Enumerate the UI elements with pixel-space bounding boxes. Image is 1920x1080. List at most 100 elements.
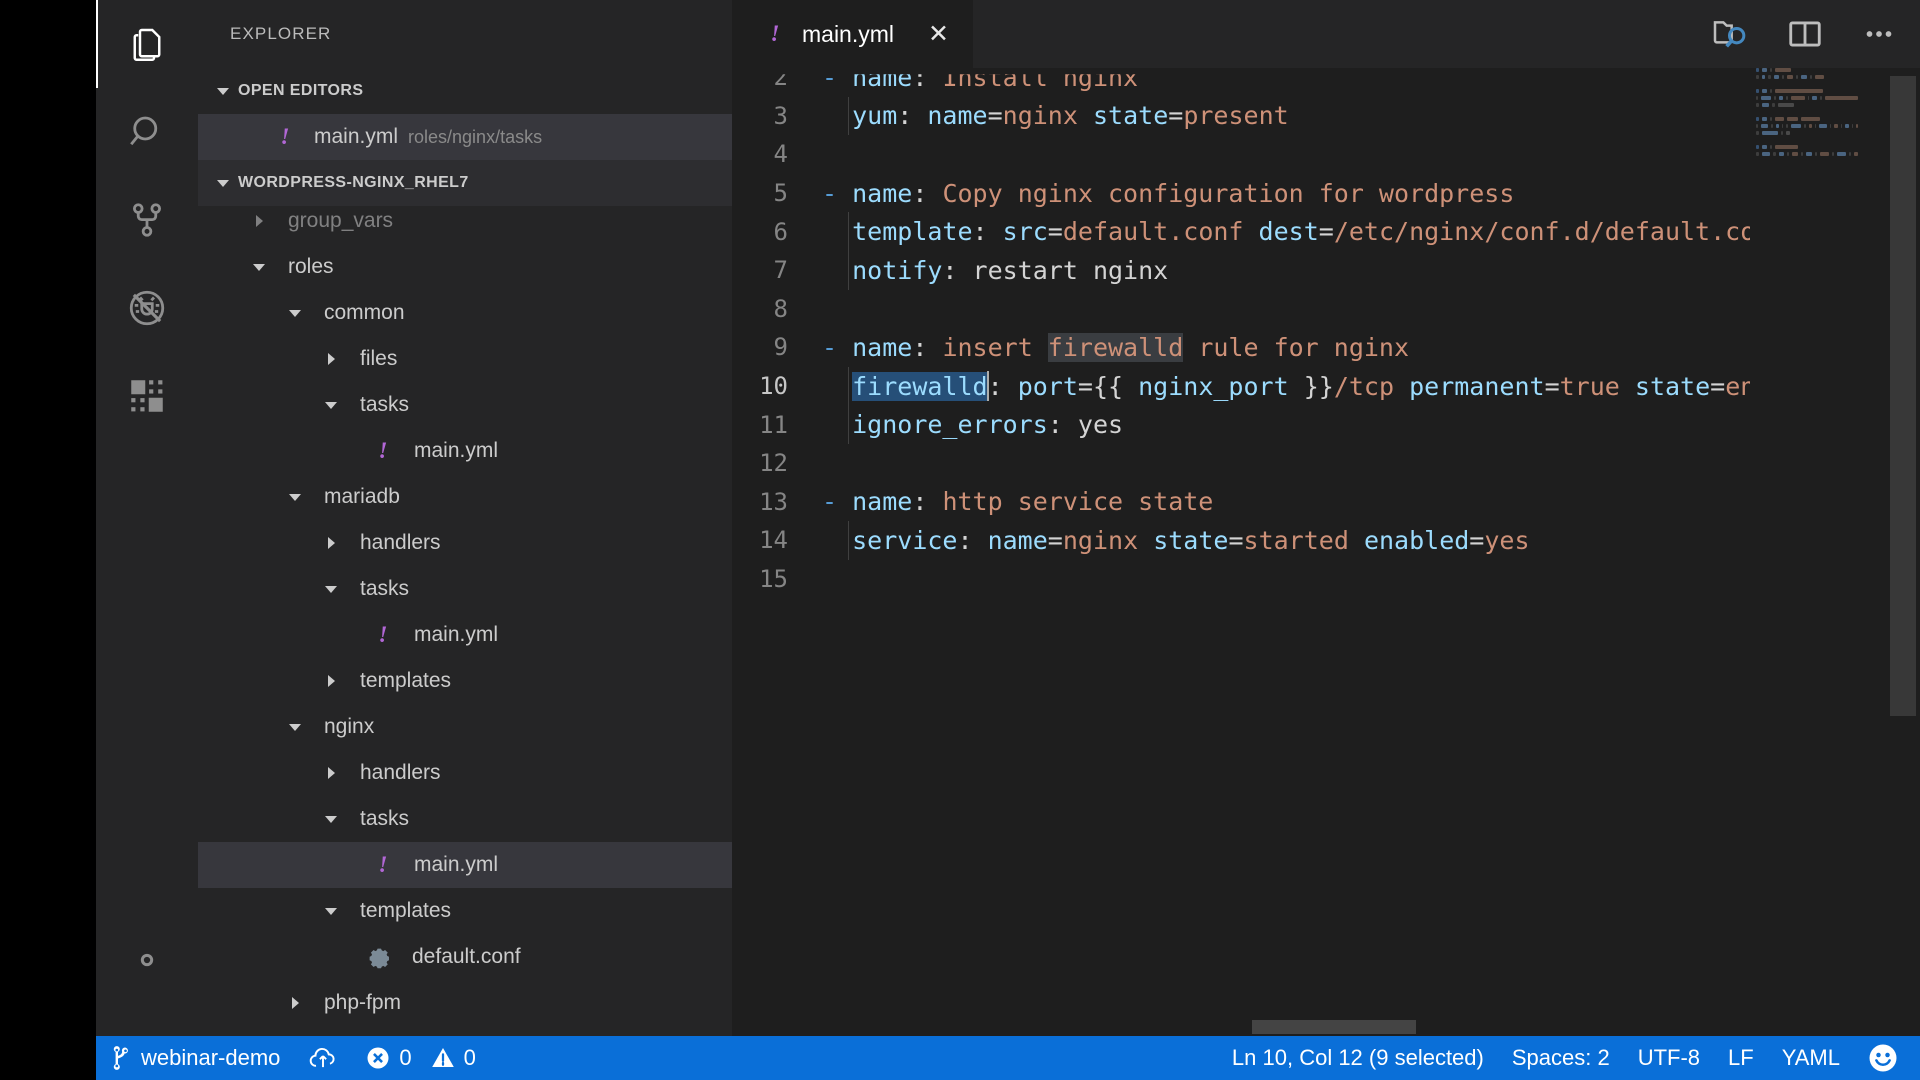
- tree-folder-row[interactable]: php-fpm: [198, 980, 732, 1026]
- minimap-segment: [1775, 68, 1792, 72]
- code-line[interactable]: 9 - name: insert firewalld rule for nginx: [732, 328, 1920, 367]
- code-token: state: [1092, 101, 1169, 131]
- minimap-segment: [1761, 117, 1767, 121]
- chevron-right-icon[interactable]: [284, 992, 306, 1014]
- chevron-right-icon[interactable]: [320, 532, 342, 554]
- tree-folder-row[interactable]: tasks: [198, 566, 732, 612]
- tree-folder-row[interactable]: tasks: [198, 382, 732, 428]
- tree-file-row[interactable]: ! main.yml: [198, 428, 732, 474]
- feedback-smiley-icon[interactable]: [1854, 1036, 1920, 1080]
- code-token: =: [1168, 101, 1184, 131]
- source-control-icon[interactable]: [96, 176, 198, 264]
- chevron-down-icon[interactable]: [320, 808, 342, 830]
- open-editors-section-header[interactable]: OPEN EDITORS: [198, 68, 732, 114]
- code-line[interactable]: 2 - name: Install nginx: [732, 74, 1920, 96]
- minimap-segment: [1756, 75, 1759, 79]
- code-line[interactable]: 7 notify: restart nginx: [732, 250, 1920, 290]
- code-line[interactable]: 6 template: src=default.conf dest=/etc/n…: [732, 212, 1920, 251]
- code-token: :: [957, 525, 988, 555]
- tree-folder-row[interactable]: roles: [198, 244, 732, 290]
- minimap-segment: [1761, 89, 1767, 93]
- status-problems[interactable]: 0 0: [352, 1036, 490, 1080]
- chevron-down-icon[interactable]: [284, 716, 306, 738]
- tree-folder-row[interactable]: common: [198, 290, 732, 336]
- status-sync[interactable]: [294, 1036, 352, 1080]
- extensions-icon[interactable]: [96, 352, 198, 440]
- tree-item-label: main.yml: [414, 439, 499, 462]
- tab-main-yml[interactable]: ! main.yml ✕: [732, 0, 974, 68]
- open-editor-path: roles/nginx/tasks: [408, 126, 543, 147]
- minimap-segment: [1796, 75, 1798, 79]
- search-icon[interactable]: [96, 88, 198, 176]
- chevron-down-icon[interactable]: [284, 486, 306, 508]
- status-indentation[interactable]: Spaces: 2: [1498, 1036, 1624, 1080]
- vertical-scrollbar-thumb[interactable]: [1890, 76, 1916, 716]
- minimap-segment: [1853, 152, 1858, 156]
- tree-file-row[interactable]: ! main.yml: [198, 612, 732, 658]
- close-icon[interactable]: ✕: [928, 21, 949, 47]
- tree-folder-row[interactable]: files: [198, 336, 732, 382]
- status-branch[interactable]: webinar-demo: [96, 1036, 294, 1080]
- code-token: :: [987, 372, 1018, 402]
- minimap-line: [1756, 103, 1858, 108]
- code-line[interactable]: 12: [732, 444, 1920, 483]
- open-preview-icon[interactable]: [1710, 14, 1750, 54]
- minimap-segment: [1761, 103, 1769, 107]
- code-token: insert: [942, 332, 1048, 362]
- tree-folder-row[interactable]: tasks: [198, 796, 732, 842]
- code-line[interactable]: 13 - name: http service state: [732, 483, 1920, 522]
- minimap-line: [1756, 89, 1858, 94]
- vertical-scrollbar[interactable]: [1884, 68, 1920, 1036]
- tree-file-row[interactable]: default.conf: [198, 934, 732, 980]
- minimap-segment: [1837, 152, 1846, 156]
- minimap-segment: [1771, 124, 1773, 128]
- open-editor-item[interactable]: ! main.yml roles/nginx/tasks: [198, 114, 732, 160]
- code-token: =: [1047, 525, 1063, 555]
- minimap-line: [1756, 138, 1858, 143]
- minimap-segment: [1775, 145, 1798, 149]
- chevron-down-icon[interactable]: [284, 302, 306, 324]
- chevron-right-icon[interactable]: [320, 670, 342, 692]
- chevron-down-icon[interactable]: [320, 578, 342, 600]
- minimap-segment: [1756, 131, 1759, 135]
- minimap[interactable]: [1750, 68, 1858, 1036]
- tree-folder-row[interactable]: nginx: [198, 704, 732, 750]
- status-language-mode[interactable]: YAML: [1768, 1036, 1854, 1080]
- chevron-right-icon[interactable]: [248, 210, 270, 232]
- manage-gear-icon[interactable]: [96, 916, 198, 1004]
- tree-folder-row[interactable]: templates: [198, 658, 732, 704]
- chevron-down-icon[interactable]: [320, 900, 342, 922]
- chevron-right-icon[interactable]: [320, 348, 342, 370]
- split-editor-icon[interactable]: [1786, 15, 1824, 53]
- code-editor[interactable]: 2 - name: Install nginx 3 yum: name=nginx …: [732, 68, 1920, 1036]
- tree-file-row[interactable]: ! main.yml: [198, 842, 732, 888]
- code-token: :: [1047, 410, 1078, 440]
- tree-folder-row[interactable]: handlers: [198, 750, 732, 796]
- status-cursor-position[interactable]: Ln 10, Col 12 (9 selected): [1218, 1036, 1498, 1080]
- line-number: 14: [759, 526, 788, 555]
- code-line[interactable]: 10 firewalld: port={{ nginx_port }}/tcp …: [732, 366, 1920, 406]
- code-line[interactable]: 3 yum: name=nginx state=present: [732, 96, 1920, 136]
- status-eol[interactable]: LF: [1714, 1036, 1768, 1080]
- tree-folder-row[interactable]: group_vars: [198, 198, 732, 244]
- chevron-down-icon[interactable]: [320, 394, 342, 416]
- tree-folder-row[interactable]: mariadb: [198, 474, 732, 520]
- debug-icon[interactable]: [96, 264, 198, 352]
- line-number: 8: [773, 294, 788, 323]
- code-line[interactable]: 5 - name: Copy nginx configuration for wo…: [732, 174, 1920, 213]
- tree-folder-row[interactable]: templates: [198, 888, 732, 934]
- horizontal-scrollbar-thumb[interactable]: [1252, 1020, 1416, 1034]
- code-token: :: [942, 255, 973, 285]
- chevron-right-icon[interactable]: [320, 762, 342, 784]
- status-encoding[interactable]: UTF-8: [1624, 1036, 1714, 1080]
- code-line[interactable]: 14 service: name=nginx state=started ena…: [732, 521, 1920, 560]
- chevron-down-icon[interactable]: [248, 256, 270, 278]
- more-actions-icon[interactable]: [1860, 15, 1898, 53]
- code-line[interactable]: 15: [732, 560, 1920, 599]
- tree-folder-row[interactable]: handlers: [198, 520, 732, 566]
- explorer-icon[interactable]: [96, 0, 198, 88]
- code-line[interactable]: 11 ignore_errors: yes: [732, 405, 1920, 444]
- minimap-segment: [1756, 152, 1759, 156]
- code-line[interactable]: 8: [732, 290, 1920, 329]
- code-line[interactable]: 4: [732, 135, 1920, 174]
